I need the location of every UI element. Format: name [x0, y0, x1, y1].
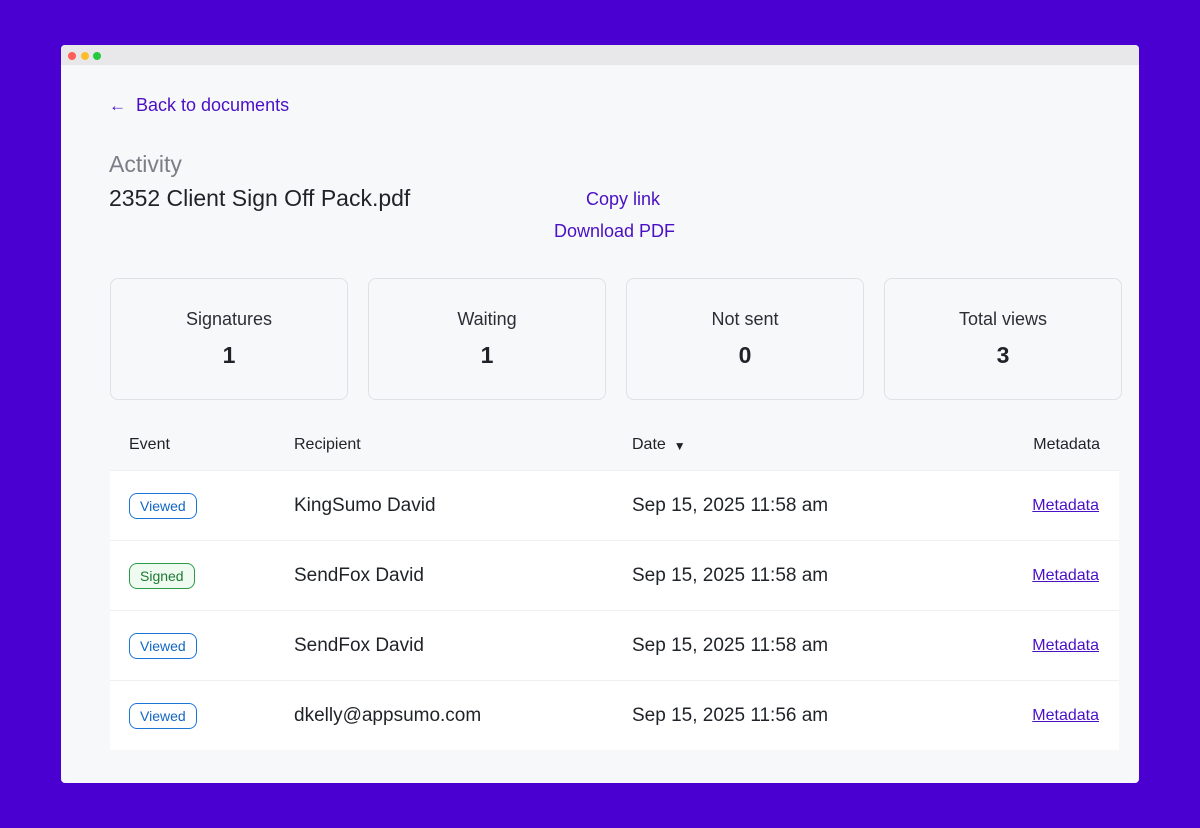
- stat-label: Not sent: [711, 309, 779, 329]
- status-badge: Signed: [129, 562, 195, 589]
- status-badge: Viewed: [129, 702, 197, 729]
- column-header-recipient: Recipient: [294, 436, 361, 453]
- column-header-date-label: Date: [632, 436, 666, 453]
- status-badge: Viewed: [129, 492, 197, 519]
- date-cell: Sep 15, 2025 11:58 am: [632, 634, 829, 656]
- stats-row: Signatures 1 Waiting 1 Not sent 0 Total …: [110, 278, 1122, 400]
- activity-table: Event Recipient Date ▼ Metadata Viewed K…: [110, 420, 1119, 750]
- table-row: Viewed SendFox David Sep 15, 2025 11:58 …: [110, 610, 1119, 680]
- stat-value: 1: [480, 342, 494, 368]
- arrow-left-icon: ←: [109, 95, 126, 115]
- recipient-cell: SendFox David: [294, 564, 424, 586]
- metadata-link[interactable]: Metadata: [1032, 497, 1099, 515]
- date-cell: Sep 15, 2025 11:58 am: [632, 494, 829, 516]
- stat-value: 3: [996, 342, 1010, 368]
- stat-value: 0: [738, 342, 752, 368]
- status-badge: Viewed: [129, 632, 197, 659]
- stat-value: 1: [222, 342, 236, 368]
- column-header-date[interactable]: Date ▼: [632, 436, 686, 454]
- stat-label: Signatures: [185, 309, 273, 329]
- date-cell: Sep 15, 2025 11:56 am: [632, 704, 829, 726]
- caret-down-icon: ▼: [673, 439, 686, 453]
- browser-window: ← Back to documents Activity 2352 Client…: [61, 45, 1139, 783]
- metadata-link[interactable]: Metadata: [1032, 637, 1099, 655]
- metadata-link[interactable]: Metadata: [1032, 567, 1099, 585]
- download-pdf-button[interactable]: Download PDF: [554, 221, 675, 242]
- column-header-event: Event: [129, 436, 170, 453]
- minimize-window-dot[interactable]: [81, 52, 89, 60]
- stat-card-signatures: Signatures 1: [110, 278, 348, 400]
- back-link-label: Back to documents: [136, 95, 290, 115]
- table-header: Event Recipient Date ▼ Metadata: [110, 420, 1119, 470]
- document-title: 2352 Client Sign Off Pack.pdf: [109, 185, 411, 211]
- copy-link-button[interactable]: Copy link: [586, 189, 660, 210]
- stat-label: Waiting: [457, 309, 517, 329]
- table-row: Signed SendFox David Sep 15, 2025 11:58 …: [110, 540, 1119, 610]
- stat-card-waiting: Waiting 1: [368, 278, 606, 400]
- back-to-documents-link[interactable]: ← Back to documents: [109, 95, 289, 116]
- window-titlebar: [61, 45, 1139, 65]
- column-header-metadata: Metadata: [1033, 436, 1100, 453]
- table-row: Viewed KingSumo David Sep 15, 2025 11:58…: [110, 470, 1119, 540]
- section-label: Activity: [109, 151, 182, 177]
- recipient-cell: dkelly@appsumo.com: [294, 704, 482, 726]
- close-window-dot[interactable]: [68, 52, 76, 60]
- date-cell: Sep 15, 2025 11:58 am: [632, 564, 829, 586]
- metadata-link[interactable]: Metadata: [1032, 707, 1099, 725]
- table-row: Viewed dkelly@appsumo.com Sep 15, 2025 1…: [110, 680, 1119, 750]
- recipient-cell: KingSumo David: [294, 494, 436, 516]
- recipient-cell: SendFox David: [294, 634, 424, 656]
- stat-card-not-sent: Not sent 0: [626, 278, 864, 400]
- stat-label: Total views: [958, 309, 1048, 329]
- maximize-window-dot[interactable]: [93, 52, 101, 60]
- stat-card-total-views: Total views 3: [884, 278, 1122, 400]
